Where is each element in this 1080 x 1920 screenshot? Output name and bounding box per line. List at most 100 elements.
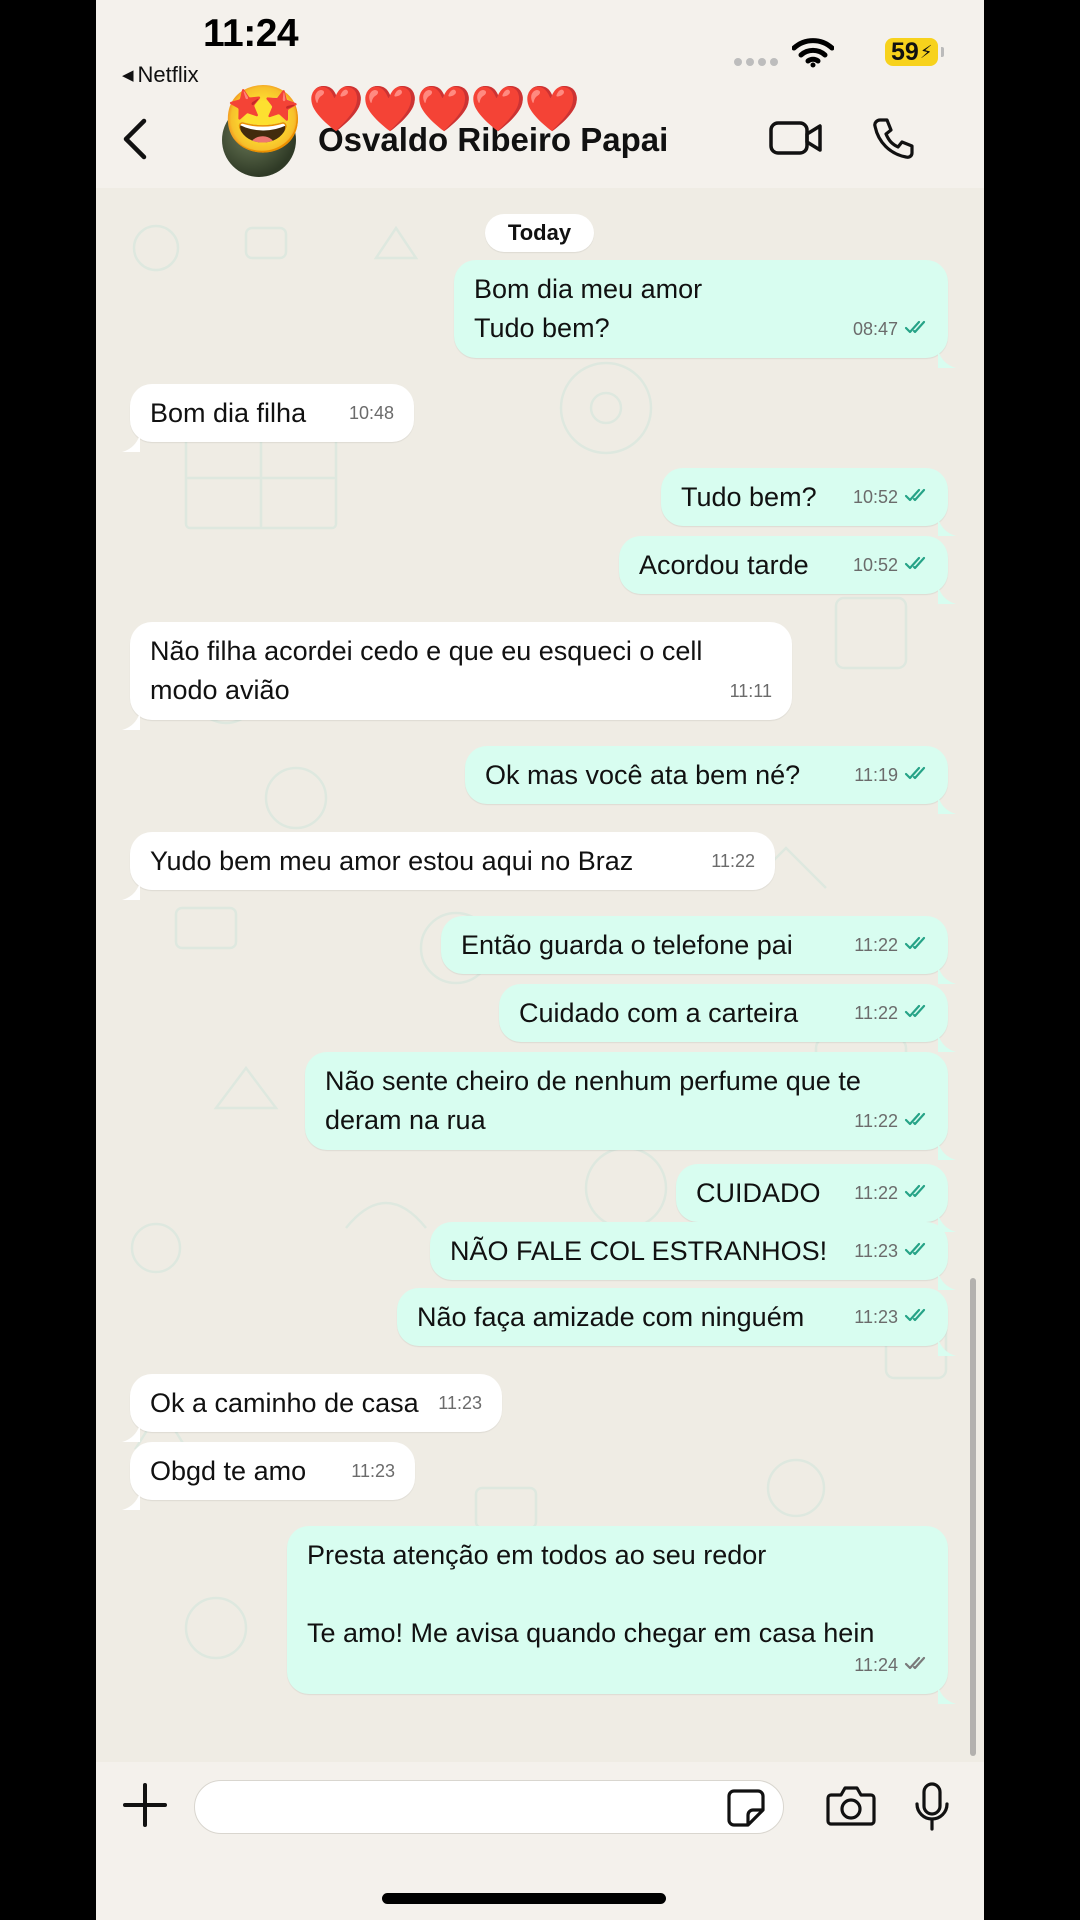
message-meta: 11:22	[854, 994, 930, 1033]
message-text: Não sente cheiro de nenhum perfume que t…	[325, 1066, 861, 1135]
double-check-icon	[904, 926, 930, 965]
bubble-tail	[938, 1262, 956, 1290]
message-time: 10:48	[348, 403, 394, 423]
message-text: Ok a caminho de casa	[150, 1388, 419, 1418]
incoming-message-bubble[interactable]: Yudo bem meu amor estou aqui no Braz 11:2…	[122, 832, 775, 900]
outgoing-message-bubble[interactable]: Tudo bem? 10:52	[661, 468, 956, 536]
double-check-icon	[904, 478, 930, 517]
message-meta: 11:23	[351, 1452, 395, 1491]
scrollbar[interactable]	[970, 1278, 976, 1756]
bubble-tail	[122, 424, 140, 452]
back-app-label: Netflix	[137, 62, 199, 87]
outgoing-message-bubble[interactable]: Acordou tarde 10:52	[619, 536, 956, 604]
message-text: Não filha acordei cedo e que eu esqueci …	[150, 636, 703, 705]
message-input[interactable]	[194, 1780, 784, 1834]
message-time: 11:22	[854, 1003, 898, 1023]
bubble-tail	[938, 576, 956, 604]
message-time: 11:23	[854, 1307, 898, 1327]
double-check-icon	[904, 1298, 930, 1337]
bubble-tail	[938, 956, 956, 984]
bubble-tail	[938, 1132, 956, 1160]
message-text: Então guarda o telefone pai	[461, 930, 793, 960]
message-time: 11:23	[351, 1461, 395, 1481]
bubble-tail	[938, 340, 956, 368]
plus-icon[interactable]	[122, 1782, 168, 1833]
message-time: 11:22	[854, 1183, 898, 1203]
message-text: Cuidado com a carteira	[519, 998, 799, 1028]
message-meta: 11:22	[711, 842, 755, 881]
message-meta: 11:22	[854, 1174, 930, 1213]
message-time: 11:23	[438, 1393, 482, 1413]
bubble-tail	[938, 508, 956, 536]
message-time: 11:19	[854, 765, 898, 785]
double-check-icon	[904, 1174, 930, 1213]
message-text: NÃO FALE COL ESTRANHOS!	[450, 1236, 828, 1266]
video-call-icon[interactable]	[769, 120, 823, 161]
message-text: Bom dia meu amor Tudo bem?	[474, 274, 703, 343]
bubble-tail	[938, 1204, 956, 1232]
outgoing-message-bubble[interactable]: Cuidado com a carteira 11:22	[499, 984, 956, 1052]
bubble-tail	[122, 702, 140, 730]
double-check-icon	[904, 546, 930, 585]
sticker-icon[interactable]	[726, 1788, 766, 1833]
message-text: Yudo bem meu amor estou aqui no Braz	[150, 846, 634, 876]
back-arrow-icon[interactable]	[120, 118, 150, 165]
message-time: 10:52	[852, 555, 898, 575]
outgoing-message-bubble[interactable]: Não faça amizade com ninguém 11:23	[397, 1288, 956, 1356]
message-time: 11:22	[854, 935, 898, 955]
message-text: Não faça amizade com ninguém	[417, 1302, 805, 1332]
double-check-icon	[904, 756, 930, 795]
cellular-signal-icon	[734, 58, 778, 66]
incoming-message-bubble[interactable]: Não filha acordei cedo e que eu esqueci …	[122, 622, 792, 730]
back-to-app-link[interactable]: ◀ Netflix	[122, 62, 199, 88]
charging-bolt-icon: ⚡	[919, 41, 933, 62]
outgoing-message-bubble[interactable]: Ok mas você ata bem né? 11:19	[465, 746, 956, 814]
bubble-tail	[122, 1482, 140, 1510]
message-meta: 11:19	[854, 756, 930, 795]
message-text: Ok mas você ata bem né?	[485, 760, 801, 790]
message-text: Bom dia filha	[150, 398, 307, 428]
battery-indicator: 59 ⚡	[885, 37, 944, 66]
message-text: CUIDADO	[696, 1178, 821, 1208]
bubble-tail	[122, 872, 140, 900]
microphone-icon[interactable]	[914, 1782, 950, 1837]
home-indicator[interactable]	[382, 1893, 666, 1904]
back-triangle-icon: ◀	[122, 67, 134, 84]
double-check-icon	[904, 310, 930, 349]
camera-icon[interactable]	[826, 1783, 876, 1832]
message-time: 08:47	[852, 319, 898, 339]
outgoing-message-bubble[interactable]: Presta atenção em todos ao seu redor Te …	[287, 1526, 956, 1704]
message-time: 11:11	[729, 681, 772, 701]
status-time: 11:24	[203, 12, 299, 55]
message-meta: 08:47	[853, 310, 930, 349]
message-text: Tudo bem?	[681, 482, 817, 512]
bubble-tail	[938, 1024, 956, 1052]
message-time: 11:23	[854, 1241, 898, 1261]
message-meta: 11:24	[854, 1646, 930, 1685]
message-meta: 11:22	[854, 926, 930, 965]
double-check-icon	[904, 1646, 930, 1685]
incoming-message-bubble[interactable]: Bom dia filha 10:48	[122, 384, 414, 452]
phone-screen: 11:24 ◀ Netflix 59 ⚡ 🤩 Osvaldo Ribeiro Pa…	[96, 0, 984, 1920]
outgoing-message-bubble[interactable]: CUIDADO 11:22	[676, 1164, 956, 1232]
outgoing-message-bubble[interactable]: NÃO FALE COL ESTRANHOS! 11:23	[430, 1222, 956, 1290]
incoming-message-bubble[interactable]: Obgd te amo 11:23	[122, 1442, 415, 1510]
message-meta: 11:23	[854, 1232, 930, 1271]
outgoing-message-bubble[interactable]: Então guarda o telefone pai 11:22	[441, 916, 956, 984]
phone-icon[interactable]	[872, 116, 916, 165]
double-check-icon	[904, 1232, 930, 1271]
message-meta: 10:48	[349, 394, 394, 433]
message-meta: 11:23	[438, 1384, 482, 1423]
outgoing-message-bubble[interactable]: Bom dia meu amor Tudo bem? 08:47	[454, 260, 956, 368]
date-separator: Today	[485, 214, 594, 252]
incoming-message-bubble[interactable]: Ok a caminho de casa 11:23	[122, 1374, 502, 1442]
battery-level: 59	[891, 37, 919, 66]
message-text: Presta atenção em todos ao seu redor Te …	[307, 1540, 875, 1648]
message-meta: 10:52	[853, 478, 930, 517]
message-meta: 11:11	[730, 672, 772, 711]
message-text: Obgd te amo	[150, 1456, 307, 1486]
outgoing-message-bubble[interactable]: Não sente cheiro de nenhum perfume que t…	[305, 1052, 956, 1160]
bubble-tail	[938, 786, 956, 814]
bubble-tail	[938, 1676, 956, 1704]
double-check-icon	[904, 1102, 930, 1141]
